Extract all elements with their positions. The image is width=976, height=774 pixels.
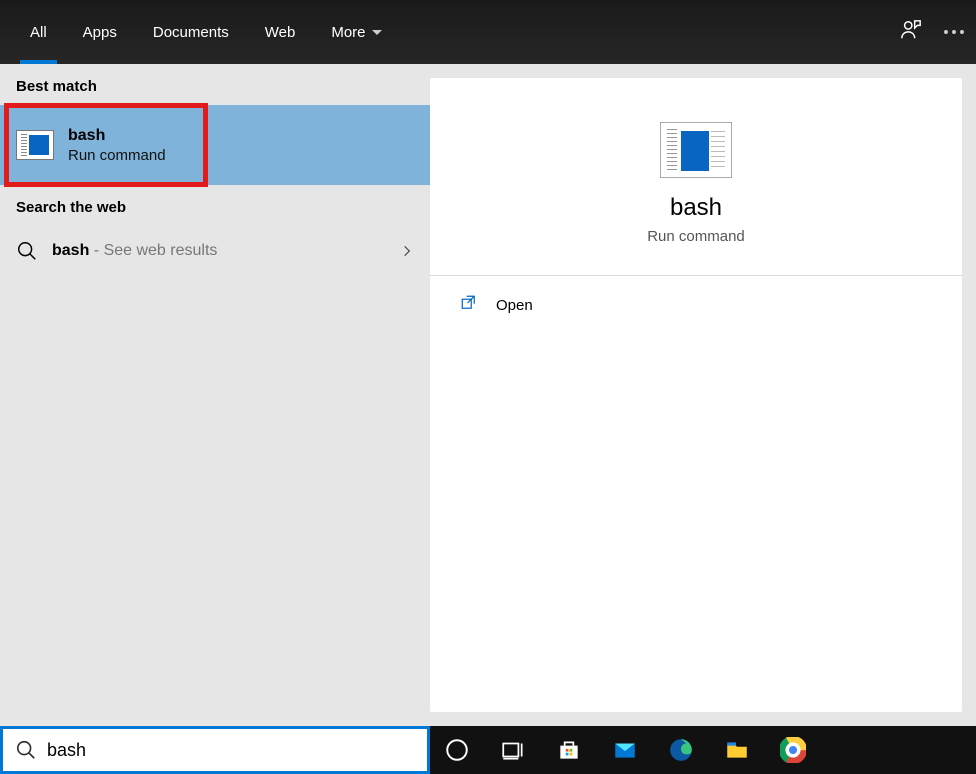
search-tab-bar: All Apps Documents Web More xyxy=(0,0,976,64)
search-web-heading: Search the web xyxy=(0,185,430,226)
run-command-icon xyxy=(16,130,54,160)
more-options-icon[interactable] xyxy=(944,30,964,34)
taskbar-edge-icon[interactable] xyxy=(664,733,698,767)
tab-more[interactable]: More xyxy=(313,0,399,64)
web-result-row[interactable]: bash - See web results xyxy=(0,226,430,276)
feedback-icon[interactable] xyxy=(900,19,922,46)
tab-label: Documents xyxy=(153,24,229,41)
action-label: Open xyxy=(496,297,533,314)
run-command-icon xyxy=(660,122,732,178)
web-query-suffix: - See web results xyxy=(89,242,217,259)
best-match-result[interactable]: bash Run command xyxy=(0,105,430,185)
detail-title: bash xyxy=(670,194,722,222)
detail-panel: bash Run command Open xyxy=(430,78,962,712)
chevron-right-icon xyxy=(400,244,414,258)
search-icon xyxy=(15,739,37,761)
best-match-heading: Best match xyxy=(0,64,430,105)
taskbar-explorer-icon[interactable] xyxy=(720,733,754,767)
taskbar xyxy=(430,726,976,774)
tab-label: More xyxy=(331,24,365,41)
tab-documents[interactable]: Documents xyxy=(135,0,247,64)
action-open[interactable]: Open xyxy=(430,276,962,335)
tab-all[interactable]: All xyxy=(12,0,65,64)
taskbar-chrome-icon[interactable] xyxy=(776,733,810,767)
taskbar-mail-icon[interactable] xyxy=(608,733,642,767)
search-box[interactable] xyxy=(0,726,430,774)
tab-label: Web xyxy=(265,24,296,41)
tab-label: All xyxy=(30,24,47,41)
search-input[interactable] xyxy=(47,740,415,761)
tab-label: Apps xyxy=(83,24,117,41)
open-icon xyxy=(460,294,478,317)
taskbar-taskview-icon[interactable] xyxy=(496,733,530,767)
detail-subtitle: Run command xyxy=(647,228,745,245)
best-match-subtitle: Run command xyxy=(68,147,166,164)
best-match-title: bash xyxy=(68,127,166,145)
web-query: bash xyxy=(52,242,89,259)
tab-apps[interactable]: Apps xyxy=(65,0,135,64)
taskbar-cortana-icon[interactable] xyxy=(440,733,474,767)
search-icon xyxy=(16,240,38,262)
results-pane: Best match bash Run command Search the w… xyxy=(0,64,430,726)
chevron-down-icon xyxy=(372,30,382,35)
tab-web[interactable]: Web xyxy=(247,0,314,64)
taskbar-store-icon[interactable] xyxy=(552,733,586,767)
